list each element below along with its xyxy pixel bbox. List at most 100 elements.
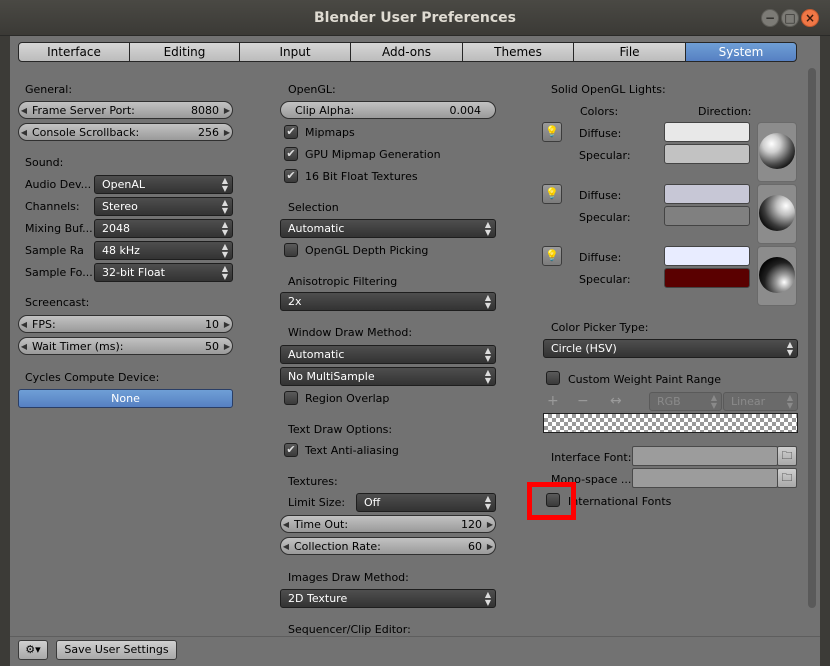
specular-label: Specular:	[579, 211, 631, 224]
folder-icon[interactable]: 🗀	[777, 446, 797, 466]
decrement-icon[interactable]: ◀	[19, 320, 29, 329]
textures-label: Textures:	[288, 475, 338, 488]
updown-icon: ▲ ▼	[484, 494, 491, 511]
general-label: General:	[25, 83, 73, 96]
gpu-mipmap-checkbox[interactable]: ✔	[284, 147, 298, 161]
sound-label: Sound:	[25, 156, 64, 169]
ramp-remove-icon[interactable]: −	[577, 393, 589, 409]
light-2-specular-swatch[interactable]	[664, 206, 750, 226]
direction-sphere-icon	[759, 257, 795, 293]
light-2-direction-widget[interactable]	[757, 184, 797, 244]
light-1-diffuse-swatch[interactable]	[664, 122, 750, 142]
selection-label: Selection	[288, 201, 339, 214]
dropdown-value: Automatic	[288, 348, 345, 361]
multisample-dropdown[interactable]: No MultiSample ▲ ▼	[280, 367, 496, 386]
decrement-icon[interactable]: ◀	[19, 106, 29, 115]
updown-icon: ▲ ▼	[710, 393, 717, 410]
increment-icon[interactable]: ▶	[222, 342, 232, 351]
highlight-box	[527, 482, 576, 520]
light-3-direction-widget[interactable]	[757, 246, 797, 306]
fps-field[interactable]: ◀ FPS: 10 ▶	[18, 315, 233, 333]
close-button[interactable]: ×	[801, 9, 819, 27]
international-fonts-label: International Fonts	[568, 495, 672, 508]
selection-dropdown[interactable]: Automatic ▲ ▼	[280, 219, 496, 238]
monospace-font-field[interactable]	[632, 468, 778, 488]
window-draw-dropdown[interactable]: Automatic ▲ ▼	[280, 345, 496, 364]
increment-icon[interactable]: ▶	[485, 520, 495, 529]
field-label: Frame Server Port:	[32, 103, 135, 117]
collection-rate-field[interactable]: ◀ Collection Rate: 60 ▶	[280, 537, 496, 555]
field-value: 256	[198, 125, 219, 139]
console-scrollback-field[interactable]: ◀ Console Scrollback: 256 ▶	[18, 123, 233, 141]
tab-input[interactable]: Input	[239, 42, 351, 62]
folder-icon[interactable]: 🗀	[777, 468, 797, 488]
editor-type-icon[interactable]: ⚙▾	[18, 640, 48, 660]
updown-icon: ▲ ▼	[786, 340, 793, 357]
field-label: Collection Rate:	[294, 539, 381, 553]
decrement-icon[interactable]: ◀	[19, 128, 29, 137]
specular-label: Specular:	[579, 149, 631, 162]
light-2-diffuse-swatch[interactable]	[664, 184, 750, 204]
tab-interface[interactable]: Interface	[18, 42, 130, 62]
light-3-diffuse-swatch[interactable]	[664, 246, 750, 266]
direction-sphere-icon	[759, 195, 795, 231]
sample-rate-dropdown[interactable]: 48 kHz ▲ ▼	[94, 241, 233, 260]
time-out-field[interactable]: ◀ Time Out: 120 ▶	[280, 515, 496, 533]
field-label: Wait Timer (ms):	[32, 339, 124, 353]
tab-system[interactable]: System	[685, 42, 797, 62]
light-1-specular-swatch[interactable]	[664, 144, 750, 164]
ramp-flip-icon[interactable]: ↔	[610, 393, 622, 409]
light-2-toggle-icon[interactable]: 💡	[542, 184, 562, 204]
sample-format-dropdown[interactable]: 32-bit Float ▲ ▼	[94, 263, 233, 282]
light-3-toggle-icon[interactable]: 💡	[542, 246, 562, 266]
frame-server-port-field[interactable]: ◀ Frame Server Port: 8080 ▶	[18, 101, 233, 119]
cycles-device-button[interactable]: None	[18, 389, 233, 408]
sample-format-label: Sample Fo...	[25, 266, 93, 279]
limit-size-dropdown[interactable]: Off ▲ ▼	[356, 493, 496, 512]
tab-editing[interactable]: Editing	[129, 42, 240, 62]
decrement-icon[interactable]: ◀	[19, 342, 29, 351]
wait-timer-field[interactable]: ◀ Wait Timer (ms): 50 ▶	[18, 337, 233, 355]
light-1-direction-widget[interactable]	[757, 122, 797, 182]
increment-icon[interactable]: ▶	[222, 106, 232, 115]
updown-icon: ▲ ▼	[484, 346, 491, 363]
tab-add-ons[interactable]: Add-ons	[350, 42, 463, 62]
increment-icon[interactable]: ▶	[222, 128, 232, 137]
increment-icon[interactable]: ▶	[222, 320, 232, 329]
text-draw-label: Text Draw Options:	[288, 423, 393, 436]
dropdown-value: Linear	[731, 395, 766, 408]
color-ramp-preview[interactable]	[543, 413, 798, 433]
tab-themes[interactable]: Themes	[462, 42, 574, 62]
increment-icon[interactable]: ▶	[485, 542, 495, 551]
light-3-specular-swatch[interactable]	[664, 268, 750, 288]
interface-font-field[interactable]	[632, 446, 778, 466]
decrement-icon[interactable]: ◀	[281, 542, 291, 551]
float-textures-checkbox[interactable]: ✔	[284, 169, 298, 183]
images-draw-dropdown[interactable]: 2D Texture ▲ ▼	[280, 589, 496, 608]
minimize-button[interactable]: −	[761, 9, 779, 27]
save-user-settings-button[interactable]: Save User Settings	[56, 640, 177, 660]
mixing-buffer-dropdown[interactable]: 2048 ▲ ▼	[94, 219, 233, 238]
custom-weight-checkbox[interactable]	[546, 371, 560, 385]
audio-device-dropdown[interactable]: OpenAL ▲ ▼	[94, 175, 233, 194]
tab-file[interactable]: File	[573, 42, 686, 62]
mipmaps-checkbox[interactable]: ✔	[284, 125, 298, 139]
decrement-icon[interactable]: ◀	[281, 520, 291, 529]
ramp-interp-dropdown[interactable]: Linear ▲ ▼	[723, 392, 798, 411]
color-picker-dropdown[interactable]: Circle (HSV) ▲ ▼	[543, 339, 798, 358]
scrollbar[interactable]	[808, 68, 816, 608]
ramp-add-icon[interactable]: +	[547, 393, 559, 409]
anisotropic-dropdown[interactable]: 2x ▲ ▼	[280, 292, 496, 311]
maximize-button[interactable]: □	[781, 9, 799, 27]
light-1-toggle-icon[interactable]: 💡	[542, 122, 562, 142]
clip-alpha-field[interactable]: Clip Alpha: 0.004	[280, 101, 496, 119]
screencast-label: Screencast:	[25, 296, 90, 309]
images-draw-label: Images Draw Method:	[288, 571, 409, 584]
cycles-device-label: Cycles Compute Device:	[25, 371, 160, 384]
depth-picking-checkbox[interactable]	[284, 243, 298, 257]
ramp-mode-dropdown[interactable]: RGB ▲ ▼	[649, 392, 722, 411]
region-overlap-checkbox[interactable]	[284, 391, 298, 405]
field-label: Console Scrollback:	[32, 125, 140, 139]
anti-aliasing-checkbox[interactable]: ✔	[284, 443, 298, 457]
channels-dropdown[interactable]: Stereo ▲ ▼	[94, 197, 233, 216]
